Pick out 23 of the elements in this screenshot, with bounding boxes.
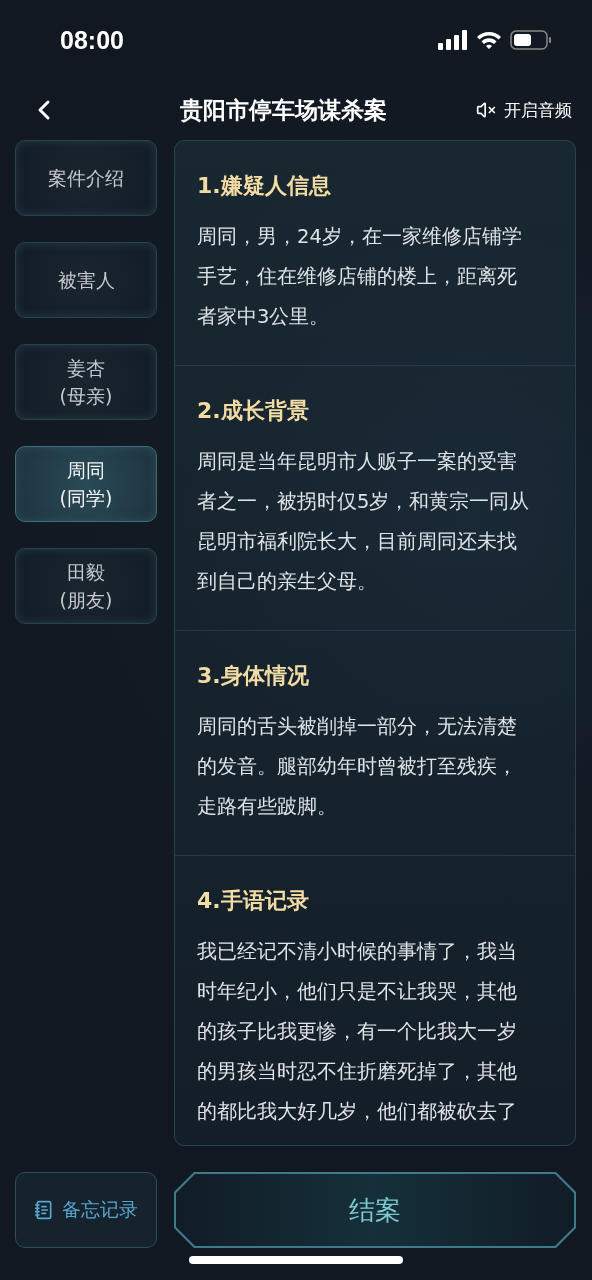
sidebar-tab[interactable]: 被害人 bbox=[15, 242, 157, 318]
section-text: 我已经记不清小时候的事情了，我当 时年纪小，他们只是不让我哭，其他 的孩子比我更惨，有一个比我大一岁 的男孩当时忍不住折磨死掉了，其他 的都比我大好几岁，他们都被砍去了 bbox=[197, 939, 518, 1125]
sidebar-tab[interactable]: 周同 (同学) bbox=[15, 446, 157, 522]
memo-button[interactable]: 备忘记录 bbox=[15, 1172, 157, 1248]
notebook-icon bbox=[34, 1200, 54, 1220]
sidebar-tab[interactable]: 案件介绍 bbox=[15, 140, 157, 216]
section-heading: 2.成长背景 bbox=[197, 397, 310, 425]
wifi-icon bbox=[476, 30, 502, 50]
status-time: 08:00 bbox=[60, 25, 124, 55]
battery-icon bbox=[510, 30, 552, 50]
audio-toggle[interactable]: 开启音频 bbox=[476, 98, 572, 122]
section-heading: 1.嫌疑人信息 bbox=[197, 172, 332, 200]
page-title: 贵阳市停车场谋杀案 bbox=[179, 95, 387, 125]
close-case-button[interactable]: 结案 bbox=[174, 1172, 576, 1248]
section-text: 周同，男，24岁，在一家维修店铺学 手艺，住在维修店铺的楼上，距离死 者家中3公里。 bbox=[197, 224, 523, 330]
section-heading: 3.身体情况 bbox=[197, 662, 310, 690]
sidebar-tab[interactable]: 田毅 (朋友) bbox=[15, 548, 157, 624]
sidebar-tab[interactable]: 姜杏 (母亲) bbox=[15, 344, 157, 420]
signal-icon bbox=[438, 30, 468, 50]
section-text: 周同的舌头被削掉一部分，无法清楚 的发音。腿部幼年时曾被打至残疾， 走路有些跛脚。 bbox=[197, 714, 518, 820]
section-text: 周同是当年昆明市人贩子一案的受害 者之一，被拐时仅5岁，和黄宗一同从 昆明市福利院长大，目前周同还未找 到自己的亲生父母。 bbox=[197, 449, 531, 595]
mute-icon bbox=[476, 100, 496, 120]
section-heading: 4.手语记录 bbox=[197, 887, 310, 915]
